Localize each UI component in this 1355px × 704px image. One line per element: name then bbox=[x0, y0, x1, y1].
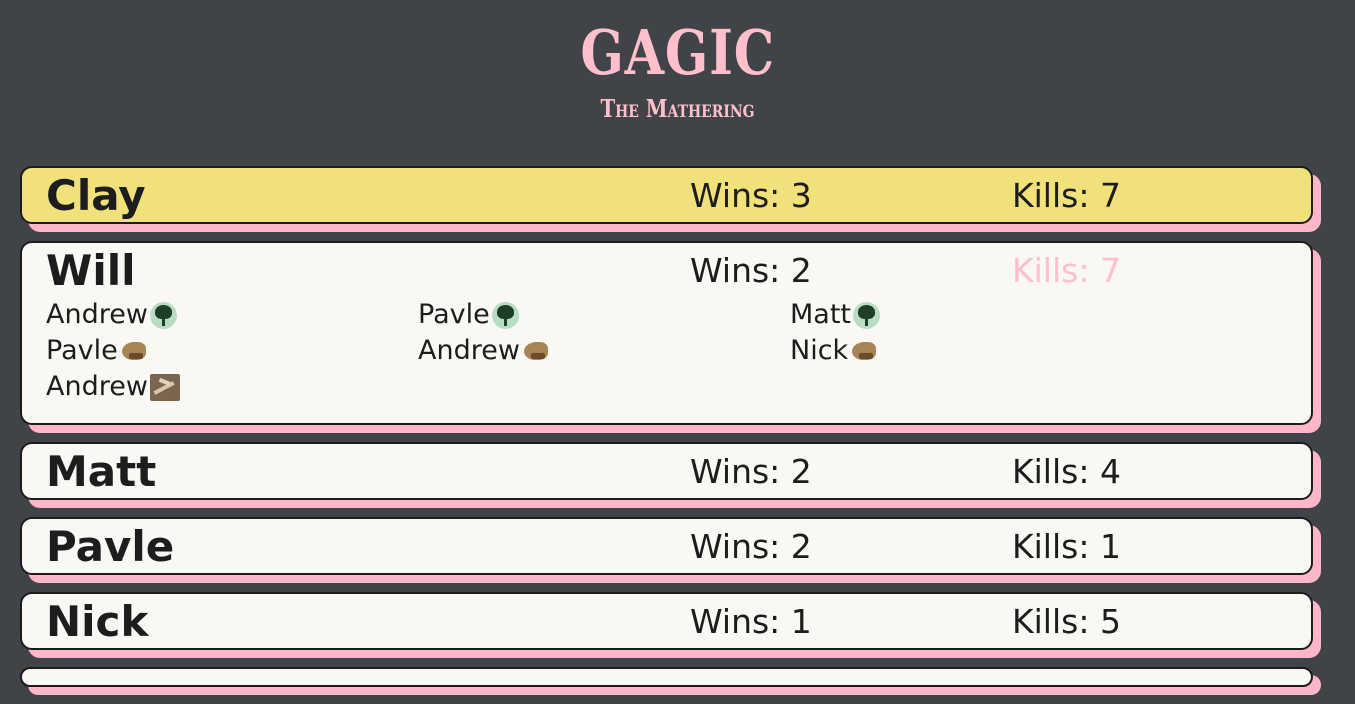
victim-name: Andrew bbox=[46, 299, 148, 330]
player-kills: Kills: 7 bbox=[1012, 175, 1121, 215]
victim-name: Andrew bbox=[418, 335, 520, 366]
app-title: GAGIC bbox=[580, 16, 775, 89]
player-card-partial[interactable] bbox=[20, 667, 1313, 687]
player-card-nick[interactable]: Nick Wins: 1 Kills: 5 bbox=[20, 592, 1313, 650]
player-kills: Kills: 1 bbox=[1012, 526, 1121, 566]
kill-list-item: Andrew bbox=[46, 297, 418, 333]
dinosaur-icon bbox=[522, 338, 549, 365]
player-kills: Kills: 4 bbox=[1012, 451, 1121, 491]
victim-name: Matt bbox=[790, 299, 852, 330]
leaderboard: Clay Wins: 3 Kills: 7 Will Wins: 2 Kills… bbox=[20, 166, 1313, 704]
kill-list-item: Andrew bbox=[418, 333, 790, 369]
dinosaur-icon bbox=[850, 338, 877, 365]
player-summary-row: Nick Wins: 1 Kills: 5 bbox=[46, 594, 1287, 648]
fossil-icon bbox=[149, 373, 180, 401]
player-card-clay[interactable]: Clay Wins: 3 Kills: 7 bbox=[20, 166, 1313, 224]
player-name: Clay bbox=[46, 170, 146, 220]
forest-icon bbox=[149, 301, 177, 329]
player-card-matt[interactable]: Matt Wins: 2 Kills: 4 bbox=[20, 442, 1313, 500]
kill-list: Andrew Pavle Matt Pavle Andrew Nick Andr… bbox=[46, 297, 1287, 423]
page-header: GAGIC The Mathering bbox=[0, 0, 1355, 130]
player-name: Nick bbox=[46, 596, 149, 646]
player-card-pavle[interactable]: Pavle Wins: 2 Kills: 1 bbox=[20, 517, 1313, 575]
kill-list-item: Matt bbox=[790, 297, 1162, 333]
victim-name: Andrew bbox=[46, 371, 148, 402]
dinosaur-icon bbox=[120, 338, 147, 365]
player-summary-row: Matt Wins: 2 Kills: 4 bbox=[46, 444, 1287, 498]
player-name: Will bbox=[46, 245, 136, 295]
player-wins: Wins: 2 bbox=[690, 250, 812, 290]
victim-name: Nick bbox=[790, 335, 849, 366]
player-wins: Wins: 3 bbox=[690, 175, 812, 215]
player-summary-row: Will Wins: 2 Kills: 7 bbox=[46, 243, 1287, 297]
app-subtitle: The Mathering bbox=[600, 94, 755, 123]
kill-list-item: Pavle bbox=[46, 333, 418, 369]
player-wins: Wins: 2 bbox=[690, 526, 812, 566]
player-summary-row: Pavle Wins: 2 Kills: 1 bbox=[46, 519, 1287, 573]
player-kills[interactable]: Kills: 7 bbox=[1012, 251, 1121, 290]
kill-list-item: Pavle bbox=[418, 297, 790, 333]
forest-icon bbox=[491, 301, 519, 329]
kill-list-item: Andrew bbox=[46, 369, 418, 405]
victim-name: Pavle bbox=[418, 299, 490, 330]
player-wins: Wins: 2 bbox=[690, 451, 812, 491]
kill-list-item: Nick bbox=[790, 333, 1162, 369]
player-name: Pavle bbox=[46, 521, 175, 571]
player-wins: Wins: 1 bbox=[690, 601, 812, 641]
forest-icon bbox=[853, 301, 881, 329]
player-name: Matt bbox=[46, 446, 157, 496]
player-card-will[interactable]: Will Wins: 2 Kills: 7 Andrew Pavle Matt … bbox=[20, 241, 1313, 425]
player-kills: Kills: 5 bbox=[1012, 601, 1121, 641]
player-summary-row: Clay Wins: 3 Kills: 7 bbox=[46, 168, 1287, 222]
victim-name: Pavle bbox=[46, 335, 118, 366]
